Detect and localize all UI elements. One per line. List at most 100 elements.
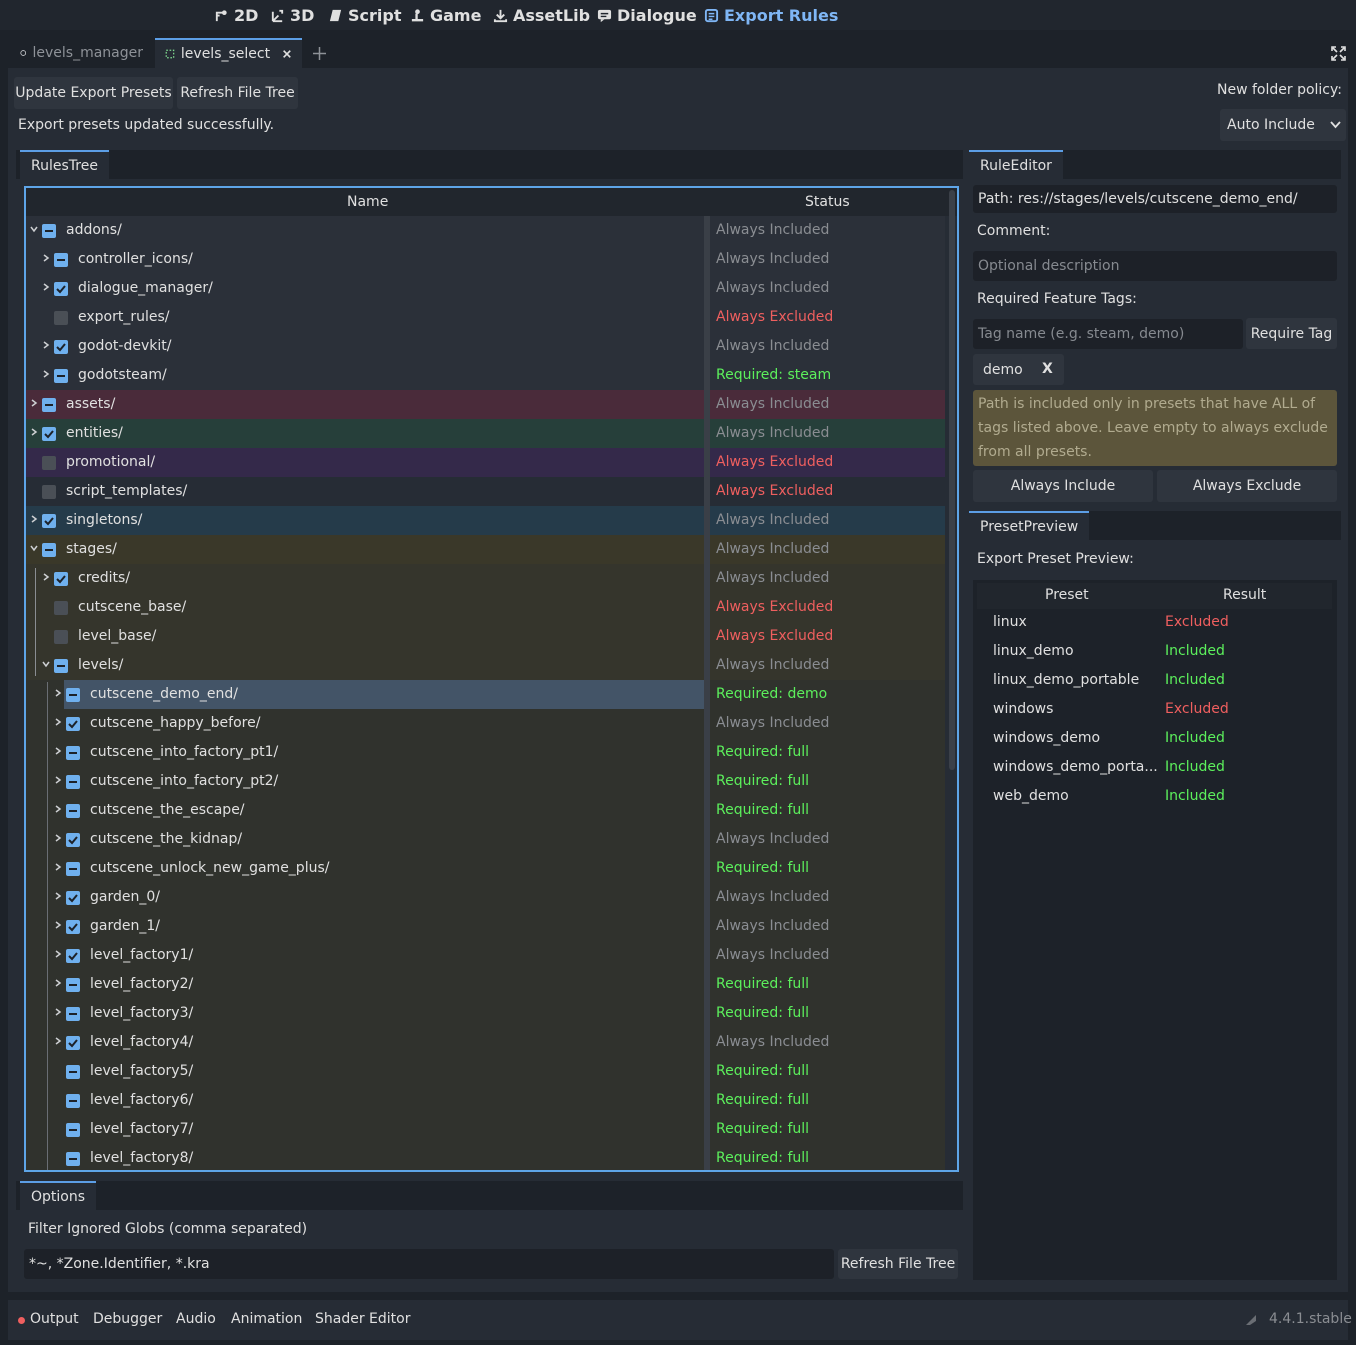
checkbox-empty-icon[interactable] xyxy=(54,630,68,644)
tree-row[interactable]: dialogue_manager/Always Included xyxy=(26,274,945,303)
chevron-right-icon[interactable] xyxy=(54,892,62,900)
distraction-free-icon[interactable] xyxy=(1331,46,1346,61)
main-button-game[interactable]: Game xyxy=(410,5,481,25)
checkbox-partial-icon[interactable] xyxy=(66,746,80,760)
chevron-right-icon[interactable] xyxy=(42,283,50,291)
rule-editor-tab[interactable]: RuleEditor xyxy=(969,150,1063,179)
tree-row[interactable]: cutscene_the_escape/Required: full xyxy=(26,796,945,825)
checkbox-checked-icon[interactable] xyxy=(42,514,56,528)
checkbox-empty-icon[interactable] xyxy=(54,311,68,325)
tree-row[interactable]: level_base/Always Excluded xyxy=(26,622,945,651)
tree-row[interactable]: godot-devkit/Always Included xyxy=(26,332,945,361)
chevron-right-icon[interactable] xyxy=(42,254,50,262)
main-button-dialogue[interactable]: Dialogue xyxy=(597,5,697,25)
tree-row[interactable]: level_factory3/Required: full xyxy=(26,999,945,1028)
tree-row[interactable]: assets/Always Included xyxy=(26,390,945,419)
tree-row[interactable]: cutscene_into_factory_pt1/Required: full xyxy=(26,738,945,767)
chevron-down-icon[interactable] xyxy=(42,660,50,668)
chevron-right-icon[interactable] xyxy=(54,805,62,813)
column-header-status[interactable]: Status xyxy=(805,194,850,210)
checkbox-checked-icon[interactable] xyxy=(66,949,80,963)
tree-row[interactable]: godotsteam/Required: steam xyxy=(26,361,945,390)
checkbox-empty-icon[interactable] xyxy=(42,485,56,499)
chevron-right-icon[interactable] xyxy=(42,370,50,378)
chevron-right-icon[interactable] xyxy=(54,979,62,987)
checkbox-partial-icon[interactable] xyxy=(66,862,80,876)
scene-tab-levels-manager[interactable]: levels_manager xyxy=(10,38,153,68)
chevron-right-icon[interactable] xyxy=(30,428,38,436)
checkbox-partial-icon[interactable] xyxy=(66,775,80,789)
checkbox-empty-icon[interactable] xyxy=(54,601,68,615)
tree-row[interactable]: script_templates/Always Excluded xyxy=(26,477,945,506)
always-exclude-button[interactable]: Always Exclude xyxy=(1157,470,1337,502)
chevron-down-icon[interactable] xyxy=(30,544,38,552)
tree-row[interactable]: level_factory5/Required: full xyxy=(26,1057,945,1086)
add-tab-icon[interactable] xyxy=(312,46,327,61)
chevron-right-icon[interactable] xyxy=(30,515,38,523)
tree-row[interactable]: credits/Always Included xyxy=(26,564,945,593)
folder-policy-select[interactable]: Auto Include xyxy=(1220,109,1346,141)
chevron-right-icon[interactable] xyxy=(54,689,62,697)
tree-row[interactable]: garden_1/Always Included xyxy=(26,912,945,941)
remove-tag-button[interactable]: X xyxy=(1042,361,1053,377)
chevron-right-icon[interactable] xyxy=(54,776,62,784)
chevron-right-icon[interactable] xyxy=(54,1037,62,1045)
chevron-down-icon[interactable] xyxy=(30,225,38,233)
tree-row[interactable]: level_factory8/Required: full xyxy=(26,1144,945,1170)
checkbox-checked-icon[interactable] xyxy=(66,891,80,905)
checkbox-partial-icon[interactable] xyxy=(66,1123,80,1137)
preset-preview-tab[interactable]: PresetPreview xyxy=(969,511,1090,540)
comment-input[interactable]: Optional description xyxy=(973,251,1337,281)
tree-row[interactable]: cutscene_happy_before/Always Included xyxy=(26,709,945,738)
checkbox-partial-icon[interactable] xyxy=(54,253,68,267)
tree-row[interactable]: cutscene_demo_end/Required: demo xyxy=(26,680,945,709)
checkbox-partial-icon[interactable] xyxy=(66,804,80,818)
checkbox-partial-icon[interactable] xyxy=(66,1007,80,1021)
bottom-tab-output[interactable]: Output xyxy=(30,1311,79,1327)
tree-row[interactable]: promotional/Always Excluded xyxy=(26,448,945,477)
close-icon[interactable] xyxy=(282,48,292,60)
main-button-3d[interactable]: 3D xyxy=(270,5,314,25)
checkbox-partial-icon[interactable] xyxy=(66,1152,80,1166)
tag-name-input[interactable]: Tag name (e.g. steam, demo) xyxy=(973,319,1243,349)
chevron-right-icon[interactable] xyxy=(54,921,62,929)
tree-row[interactable]: cutscene_the_kidnap/Always Included xyxy=(26,825,945,854)
rules-tree-tab[interactable]: RulesTree xyxy=(20,150,109,179)
rules-tree[interactable]: Name Status addons/Always Included contro… xyxy=(24,186,959,1172)
main-button-2d[interactable]: 2D xyxy=(214,5,258,25)
chevron-right-icon[interactable] xyxy=(54,863,62,871)
checkbox-partial-icon[interactable] xyxy=(66,1094,80,1108)
chevron-right-icon[interactable] xyxy=(42,341,50,349)
tree-row[interactable]: level_factory6/Required: full xyxy=(26,1086,945,1115)
checkbox-partial-icon[interactable] xyxy=(54,369,68,383)
bottom-tab-shader-editor[interactable]: Shader Editor xyxy=(315,1311,410,1327)
chevron-right-icon[interactable] xyxy=(42,573,50,581)
chevron-right-icon[interactable] xyxy=(30,399,38,407)
checkbox-partial-icon[interactable] xyxy=(66,688,80,702)
options-tab[interactable]: Options xyxy=(20,1181,97,1210)
checkbox-partial-icon[interactable] xyxy=(42,543,56,557)
tree-row[interactable]: level_factory4/Always Included xyxy=(26,1028,945,1057)
column-header-name[interactable]: Name xyxy=(347,194,388,210)
tree-row[interactable]: cutscene_unlock_new_game_plus/Required: … xyxy=(26,854,945,883)
checkbox-partial-icon[interactable] xyxy=(66,1065,80,1079)
filter-globs-input[interactable]: *~, *Zone.Identifier, *.kra xyxy=(24,1249,834,1279)
tree-row[interactable]: addons/Always Included xyxy=(26,216,945,245)
checkbox-partial-icon[interactable] xyxy=(42,398,56,412)
checkbox-empty-icon[interactable] xyxy=(42,456,56,470)
chevron-right-icon[interactable] xyxy=(54,1008,62,1016)
chevron-right-icon[interactable] xyxy=(54,747,62,755)
tree-row[interactable]: controller_icons/Always Included xyxy=(26,245,945,274)
tree-row[interactable]: level_factory2/Required: full xyxy=(26,970,945,999)
chevron-right-icon[interactable] xyxy=(54,950,62,958)
main-button-assetlib[interactable]: AssetLib xyxy=(493,5,590,25)
checkbox-partial-icon[interactable] xyxy=(66,978,80,992)
tree-scrollbar[interactable] xyxy=(949,190,955,770)
checkbox-checked-icon[interactable] xyxy=(42,427,56,441)
bottom-tab-animation[interactable]: Animation xyxy=(231,1311,302,1327)
require-tag-button[interactable]: Require Tag xyxy=(1246,318,1337,349)
bottom-tab-debugger[interactable]: Debugger xyxy=(93,1311,162,1327)
tree-row[interactable]: level_factory7/Required: full xyxy=(26,1115,945,1144)
main-button-export-rules[interactable]: Export Rules xyxy=(704,5,838,25)
checkbox-checked-icon[interactable] xyxy=(54,572,68,586)
